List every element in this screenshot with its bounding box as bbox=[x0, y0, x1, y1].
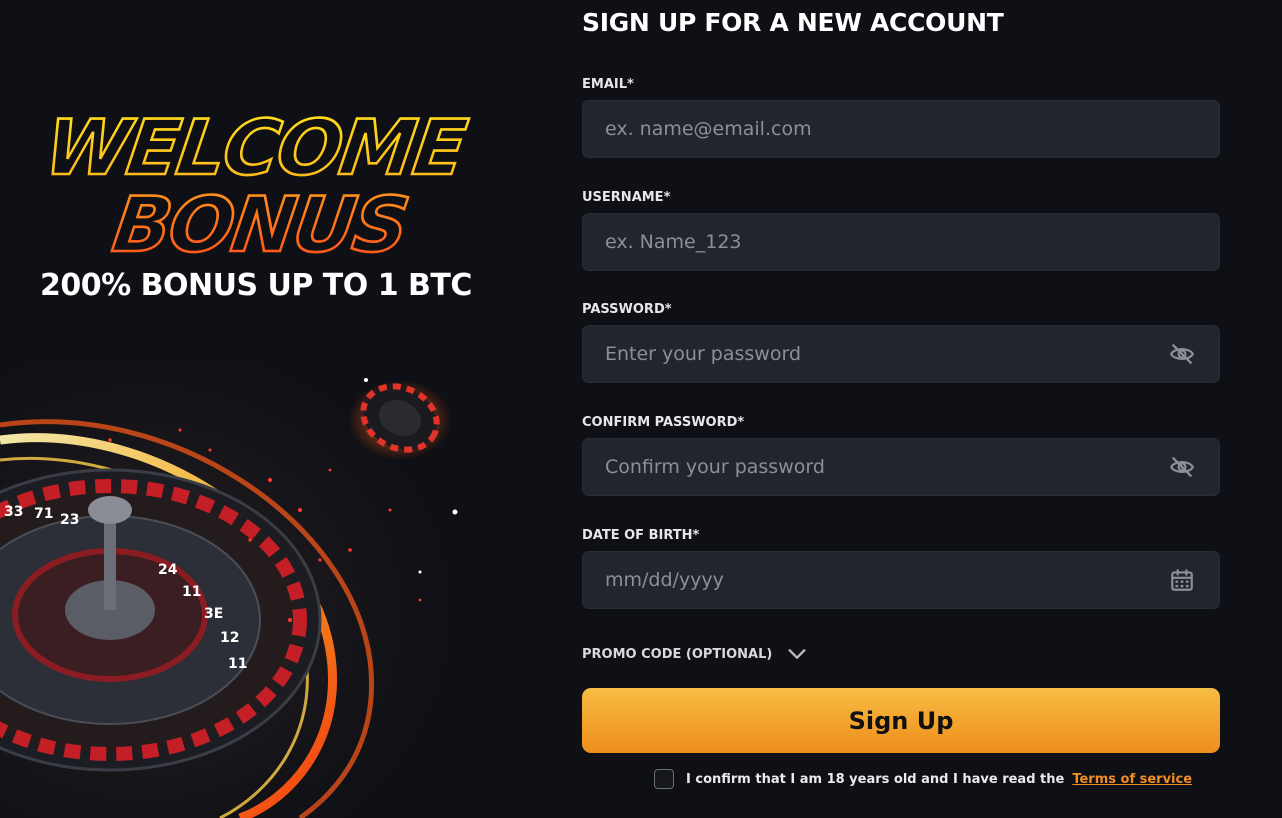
calendar-icon[interactable] bbox=[1169, 567, 1195, 593]
age-confirm-checkbox[interactable] bbox=[654, 769, 674, 789]
roulette-number: 11 bbox=[228, 656, 247, 672]
signup-page: WELCOME BONUS 200% BONUS UP TO 1 BTC 33 … bbox=[0, 0, 1282, 818]
eye-slash-icon[interactable] bbox=[1169, 454, 1195, 480]
roulette-number: 11 bbox=[182, 584, 201, 600]
welcome-bonus-heading: WELCOME BONUS bbox=[0, 98, 520, 268]
roulette-illustration: 33 71 23 24 11 3E 12 11 bbox=[0, 360, 520, 818]
roulette-number: 12 bbox=[220, 630, 239, 646]
confirm-password-input[interactable] bbox=[605, 439, 1145, 495]
age-terms-confirmation: I confirm that I am 18 years old and I h… bbox=[654, 767, 1192, 791]
roulette-number: 24 bbox=[158, 562, 178, 578]
roulette-number: 71 bbox=[34, 506, 53, 522]
promo-code-label: PROMO CODE (OPTIONAL) bbox=[582, 646, 773, 662]
sign-up-button[interactable]: Sign Up bbox=[582, 688, 1220, 753]
promo-panel: WELCOME BONUS 200% BONUS UP TO 1 BTC 33 … bbox=[0, 0, 520, 818]
username-input[interactable] bbox=[605, 214, 1145, 270]
promo-code-toggle[interactable]: PROMO CODE (OPTIONAL) bbox=[582, 641, 808, 667]
password-label: PASSWORD* bbox=[582, 302, 672, 317]
form-title: SIGN UP FOR A NEW ACCOUNT bbox=[582, 8, 1004, 37]
roulette-number: 23 bbox=[60, 512, 79, 528]
date-of-birth-label: DATE OF BIRTH* bbox=[582, 528, 700, 543]
username-field bbox=[582, 213, 1220, 271]
roulette-number: 3E bbox=[204, 606, 223, 622]
signup-form: SIGN UP FOR A NEW ACCOUNT EMAIL* USERNAM… bbox=[582, 0, 1220, 818]
password-field bbox=[582, 325, 1220, 383]
date-of-birth-input[interactable] bbox=[605, 552, 1145, 608]
confirm-password-label: CONFIRM PASSWORD* bbox=[582, 415, 745, 430]
roulette-number: 33 bbox=[4, 504, 23, 520]
email-input[interactable] bbox=[605, 101, 1145, 157]
date-of-birth-field bbox=[582, 551, 1220, 609]
bonus-offer-text: 200% BONUS UP TO 1 BTC bbox=[40, 268, 472, 303]
headline-bonus: BONUS bbox=[108, 181, 413, 268]
email-field bbox=[582, 100, 1220, 158]
password-input[interactable] bbox=[605, 326, 1145, 382]
confirm-password-field bbox=[582, 438, 1220, 496]
terms-of-service-link[interactable]: Terms of service bbox=[1072, 772, 1192, 787]
age-confirm-text: I confirm that I am 18 years old and I h… bbox=[686, 771, 1065, 787]
eye-slash-icon[interactable] bbox=[1169, 341, 1195, 367]
username-label: USERNAME* bbox=[582, 190, 671, 205]
chevron-down-icon[interactable] bbox=[786, 643, 808, 665]
email-label: EMAIL* bbox=[582, 77, 634, 92]
headline-welcome: WELCOME bbox=[40, 104, 472, 193]
